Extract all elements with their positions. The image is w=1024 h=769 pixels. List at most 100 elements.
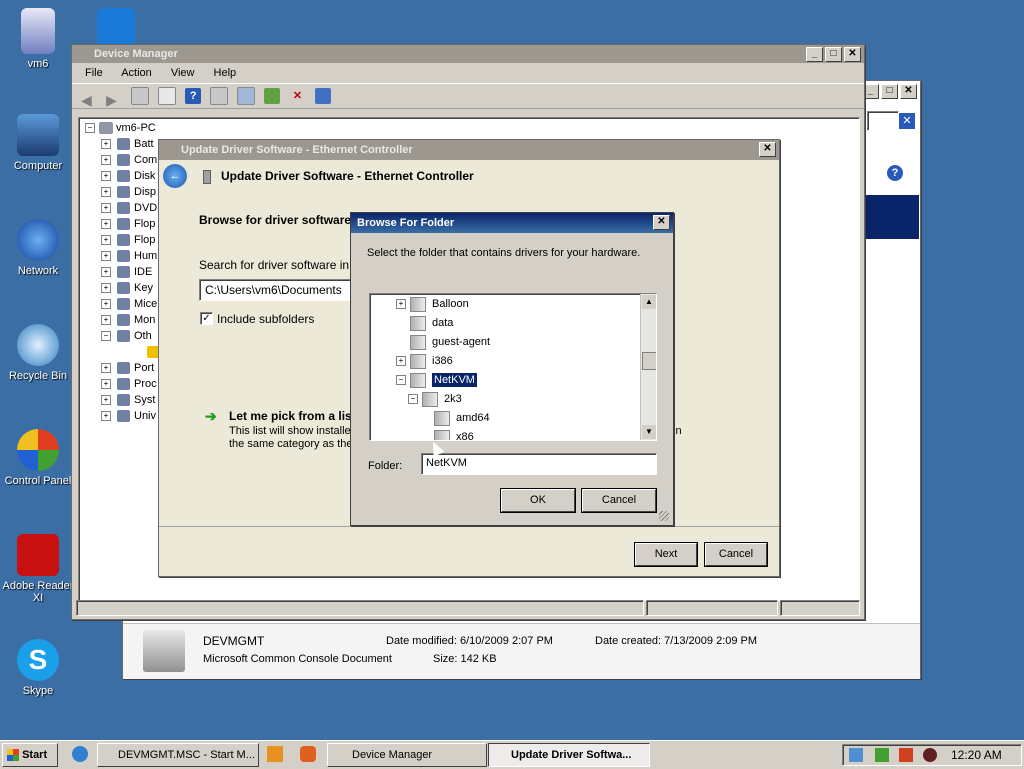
properties-icon[interactable] [158, 87, 177, 106]
expander-icon[interactable]: + [101, 235, 111, 246]
folder-tree[interactable]: + Balloon data guest-agent + i386 − NetKVM − 2k3 a… [369, 293, 657, 441]
pick-list-link[interactable]: Let me pick from a lis [229, 409, 352, 423]
include-subfolders-checkbox[interactable]: ✓ [200, 312, 213, 325]
folder-input[interactable]: NetKVM [421, 453, 657, 475]
start-button[interactable]: Start [2, 743, 58, 767]
device-category-row[interactable]: + Hum [101, 248, 157, 264]
device-category-row[interactable]: + Syst [101, 392, 155, 408]
expander-icon[interactable]: + [101, 363, 111, 374]
expander-icon[interactable]: + [101, 171, 111, 182]
folder-tree-item[interactable]: − 2k3 [408, 391, 462, 407]
search-clear-icon[interactable]: ✕ [899, 113, 915, 129]
show-hide-tree-icon[interactable] [131, 87, 150, 106]
device-category-row[interactable]: + IDE [101, 264, 152, 280]
close-button[interactable]: ✕ [653, 215, 670, 230]
next-button[interactable]: Next [634, 542, 698, 567]
expander-icon[interactable]: + [101, 251, 111, 262]
taskbar-item-update-driver[interactable]: Update Driver Softwa... [488, 743, 650, 767]
folder-tree-item[interactable]: + i386 [396, 353, 453, 369]
expander-icon[interactable]: + [101, 139, 111, 150]
expander-icon[interactable]: + [101, 411, 111, 422]
device-category-row[interactable]: + Univ [101, 408, 156, 424]
folder-tree-item[interactable]: − NetKVM [396, 372, 477, 388]
device-category-row[interactable]: + Com [101, 152, 157, 168]
desktop-icon-recycle-bin[interactable]: Recycle Bin [0, 324, 76, 382]
help-icon[interactable]: ? [185, 88, 202, 105]
expander-icon[interactable]: + [101, 155, 111, 166]
scan-hardware-icon[interactable] [237, 87, 256, 106]
ok-button[interactable]: OK [500, 488, 576, 513]
flag-tray-icon[interactable] [875, 748, 889, 762]
device-category-row[interactable]: + Mon [101, 312, 155, 328]
device-category-row[interactable]: + Flop [101, 232, 155, 248]
device-category-row[interactable]: + Mice [101, 296, 157, 312]
explorer-search-box[interactable] [867, 111, 899, 131]
menu-view[interactable]: View [171, 67, 195, 79]
cancel-button[interactable]: Cancel [704, 542, 768, 567]
tray-app-icon[interactable] [899, 748, 913, 762]
expander-icon[interactable]: − [396, 375, 406, 386]
teamviewer-icon[interactable] [97, 8, 135, 46]
resize-grip[interactable] [659, 511, 669, 521]
device-manager-titlebar[interactable]: Device Manager _ □ ✕ [72, 45, 864, 63]
close-button[interactable]: ✕ [759, 142, 776, 157]
device-category-row[interactable]: + Flop [101, 216, 155, 232]
menu-action[interactable]: Action [121, 67, 152, 79]
scroll-thumb[interactable] [642, 352, 656, 370]
device-category-row[interactable]: + DVD [101, 200, 157, 216]
expander-icon[interactable]: + [101, 187, 111, 198]
expander-icon[interactable]: + [396, 356, 406, 367]
maximize-button[interactable]: □ [881, 84, 898, 99]
uninstall-icon[interactable]: ✕ [290, 88, 306, 104]
device-category-row[interactable]: + Proc [101, 376, 157, 392]
enable-device-icon[interactable] [314, 88, 331, 105]
minimize-button[interactable]: _ [806, 47, 823, 62]
expander-icon[interactable]: + [101, 219, 111, 230]
device-category-row[interactable]: + Disp [101, 184, 156, 200]
device-category-row[interactable]: + Port [101, 360, 154, 376]
folder-tree-item[interactable]: guest-agent [396, 334, 490, 350]
browse-folder-titlebar[interactable]: Browse For Folder ✕ [351, 213, 673, 233]
close-button[interactable]: ✕ [900, 84, 917, 99]
desktop-icon-skype[interactable]: S Skype [0, 639, 76, 697]
device-category-row[interactable]: + Batt [101, 136, 154, 152]
taskbar-item-devmgmt[interactable]: DEVMGMT.MSC - Start M... [97, 743, 259, 767]
forward-arrow-icon[interactable]: ▶ [106, 88, 122, 108]
back-button[interactable]: ← [163, 164, 187, 188]
clock[interactable]: 12:20 AM [951, 748, 1002, 762]
view-icon[interactable] [210, 87, 229, 106]
speaker-tray-icon[interactable] [923, 748, 937, 762]
tree-root[interactable]: − vm6-PC [85, 120, 156, 136]
expander-icon[interactable]: − [408, 394, 418, 405]
expander-icon[interactable]: + [101, 267, 111, 278]
help-icon[interactable]: ? [887, 165, 903, 181]
desktop-icon-network[interactable]: Network [0, 219, 76, 277]
desktop-icon-vm6[interactable]: vm6 [0, 8, 76, 70]
desktop-icon-computer[interactable]: Computer [0, 114, 76, 172]
desktop-icon-adobe-reader[interactable]: Adobe Reader XI [0, 534, 76, 604]
maximize-button[interactable]: □ [825, 47, 842, 62]
update-driver-titlebar[interactable]: Update Driver Software - Ethernet Contro… [159, 140, 779, 160]
folder-tree-item[interactable]: x86 [420, 429, 474, 440]
menu-help[interactable]: Help [214, 67, 237, 79]
update-driver-icon[interactable] [264, 88, 281, 105]
folder-tree-item[interactable]: + Balloon [396, 296, 469, 312]
menu-file[interactable]: File [85, 67, 103, 79]
device-category-row[interactable]: + Key [101, 280, 153, 296]
expander-icon[interactable]: − [101, 331, 111, 342]
browser-quicklaunch-icon[interactable] [300, 746, 316, 762]
browse-folder-dialog[interactable]: Browse For Folder ✕ Select the folder th… [350, 212, 674, 526]
network-tray-icon[interactable] [849, 748, 863, 762]
folder-tree-item[interactable]: data [396, 315, 453, 331]
expander-icon[interactable]: + [101, 203, 111, 214]
expander-icon[interactable]: + [101, 283, 111, 294]
cancel-button[interactable]: Cancel [581, 488, 657, 513]
device-category-row[interactable]: − Oth [101, 328, 152, 344]
device-category-row[interactable]: + Disk [101, 168, 155, 184]
expander-icon[interactable]: + [101, 379, 111, 390]
tree-scrollbar[interactable]: ▲ ▼ [640, 294, 656, 440]
expander-icon[interactable]: + [101, 315, 111, 326]
expander-icon[interactable]: + [396, 299, 406, 310]
scroll-down-arrow[interactable]: ▼ [642, 425, 656, 439]
close-button[interactable]: ✕ [844, 47, 861, 62]
